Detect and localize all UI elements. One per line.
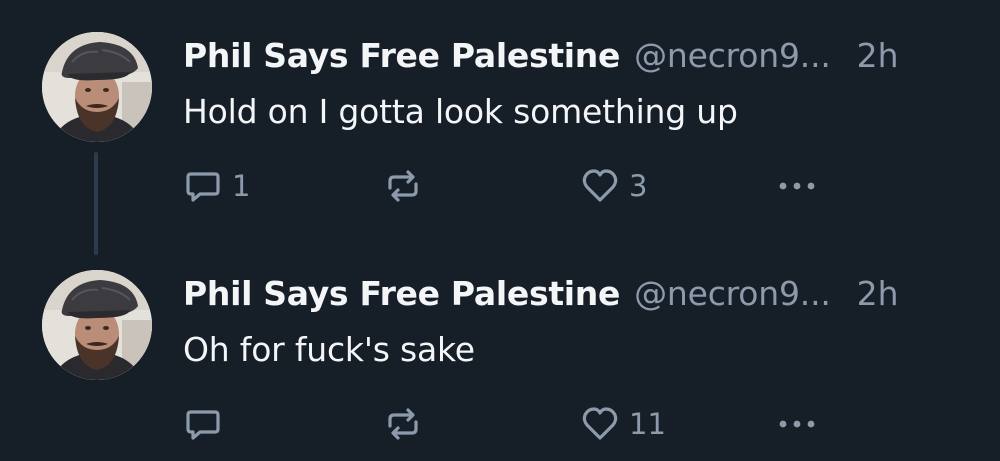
more-options-button[interactable] bbox=[775, 164, 819, 208]
author-display-name[interactable]: Phil Says Free Palestine bbox=[183, 272, 620, 316]
repost-button[interactable] bbox=[383, 402, 423, 446]
like-button[interactable]: 3 bbox=[580, 164, 647, 208]
like-icon bbox=[582, 407, 618, 440]
avatar[interactable] bbox=[42, 32, 152, 142]
avatar-photo bbox=[42, 270, 152, 380]
avatar[interactable] bbox=[42, 270, 152, 380]
repost-button[interactable] bbox=[383, 164, 423, 208]
author-handle[interactable]: @necron9... bbox=[634, 272, 831, 316]
post-actions: 11 bbox=[183, 402, 883, 446]
avatar-photo bbox=[42, 32, 152, 142]
more-options-icon bbox=[779, 420, 815, 428]
post-timestamp[interactable]: 2h bbox=[857, 272, 899, 316]
author-display-name[interactable]: Phil Says Free Palestine bbox=[183, 34, 620, 78]
like-button[interactable]: 11 bbox=[580, 402, 666, 446]
post-timestamp[interactable]: 2h bbox=[857, 34, 899, 78]
post-header: Phil Says Free Palestine @necron9... 2h bbox=[183, 34, 983, 78]
post-text: Hold on I gotta look something up bbox=[183, 92, 738, 131]
reply-icon bbox=[186, 172, 220, 202]
post-header: Phil Says Free Palestine @necron9... 2h bbox=[183, 272, 983, 316]
repost-icon bbox=[388, 408, 418, 440]
reply-count: 1 bbox=[232, 169, 251, 203]
reply-button[interactable]: 1 bbox=[183, 164, 250, 208]
reply-button[interactable] bbox=[183, 402, 232, 446]
post-thread: Phil Says Free Palestine @necron9... 2h … bbox=[0, 0, 1000, 461]
reply-icon bbox=[186, 410, 220, 440]
repost-icon bbox=[388, 170, 418, 202]
post-actions: 1 3 bbox=[183, 164, 883, 208]
like-count: 11 bbox=[629, 407, 666, 441]
like-count: 3 bbox=[629, 169, 648, 203]
more-options-icon bbox=[779, 182, 815, 190]
more-options-button[interactable] bbox=[775, 402, 819, 446]
author-handle[interactable]: @necron9... bbox=[634, 34, 831, 78]
thread-connector-line bbox=[94, 152, 98, 255]
post-text: Oh for fuck's sake bbox=[183, 330, 475, 369]
like-icon bbox=[582, 169, 618, 202]
